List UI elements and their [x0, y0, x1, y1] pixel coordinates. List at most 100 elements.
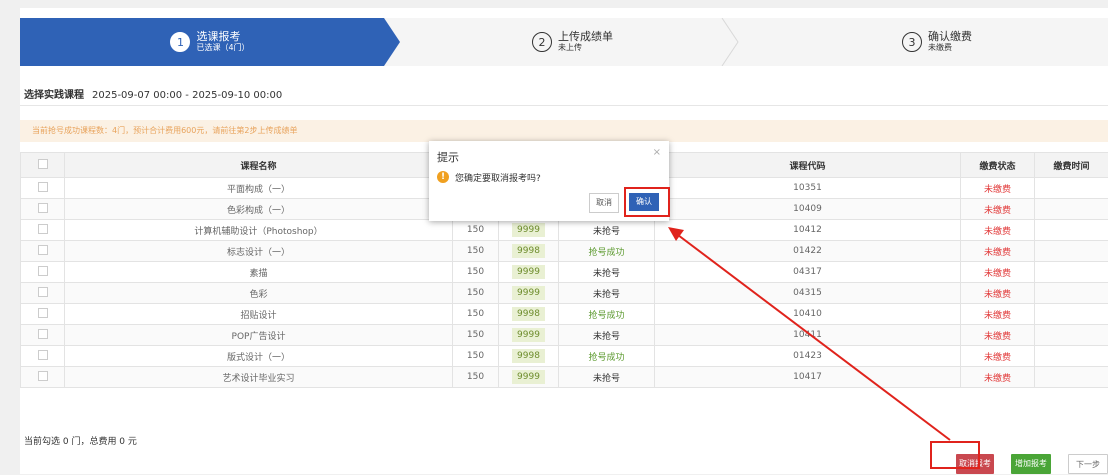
step-number: 3	[902, 32, 922, 52]
payment-time	[1035, 199, 1108, 220]
table-row[interactable]: 艺术设计毕业实习1509999未抢号10417未缴费	[21, 367, 1108, 388]
row-checkbox[interactable]	[21, 325, 65, 346]
seat-code: 9999	[499, 262, 559, 283]
dialog-message: 您确定要取消报考吗?	[455, 171, 541, 184]
payment-status: 未缴费	[961, 325, 1035, 346]
step-3[interactable]: 3 确认缴费 未缴费	[902, 18, 972, 66]
step-number: 1	[170, 32, 190, 52]
grab-status: 未抢号	[559, 367, 655, 388]
table-row[interactable]: 招贴设计150 9998 抢号成功10410未缴费	[21, 304, 1108, 325]
grab-status: 抢号成功	[559, 304, 655, 325]
payment-time	[1035, 283, 1108, 304]
table-row[interactable]: 版式设计（一）1509998抢号成功01423未缴费	[21, 346, 1108, 367]
course-name: 色彩	[65, 283, 453, 304]
seat-code-badge: 9999	[512, 223, 545, 237]
table-row[interactable]: POP广告设计1509999未抢号10411未缴费	[21, 325, 1108, 346]
fee-cell: 150	[453, 304, 499, 325]
course-name: 版式设计（一）	[65, 346, 453, 367]
course-name: 标志设计（一）	[65, 241, 453, 262]
selection-summary: 当前勾选 0 门，总费用 0 元	[24, 434, 137, 447]
step-subtitle: 未缴费	[928, 43, 972, 53]
seat-code: 9998	[499, 346, 559, 367]
next-step-button[interactable]: 下一步	[1068, 454, 1108, 474]
payment-status: 未缴费	[961, 346, 1035, 367]
course-name: 计算机辅助设计（Photoshop）	[65, 220, 453, 241]
course-name: 平面构成（一）	[65, 178, 453, 199]
close-icon[interactable]: ×	[653, 147, 661, 158]
row-checkbox[interactable]	[21, 304, 65, 325]
payment-time	[1035, 325, 1108, 346]
payment-time	[1035, 304, 1108, 325]
course-name: 招贴设计	[65, 304, 453, 325]
step-title: 选课报考	[196, 31, 249, 43]
column-header: 缴费状态	[961, 153, 1035, 178]
row-checkbox[interactable]	[21, 346, 65, 367]
step-subtitle: 已选课（4门）	[196, 43, 249, 53]
column-header: 课程名称	[65, 153, 453, 178]
payment-time	[1035, 346, 1108, 367]
row-checkbox[interactable]	[21, 220, 65, 241]
table-row[interactable]: 标志设计（一）1509998抢号成功01422未缴费	[21, 241, 1108, 262]
row-checkbox[interactable]	[21, 262, 65, 283]
course-name: 素描	[65, 262, 453, 283]
payment-status: 未缴费	[961, 178, 1035, 199]
row-checkbox[interactable]	[21, 178, 65, 199]
grab-status: 抢号成功	[559, 346, 655, 367]
payment-time	[1035, 178, 1108, 199]
dialog-title: 提示	[437, 149, 459, 165]
add-registration-button[interactable]: 增加报考	[1011, 454, 1051, 474]
course-name: 艺术设计毕业实习	[65, 367, 453, 388]
payment-status: 未缴费	[961, 283, 1035, 304]
payment-status: 未缴费	[961, 199, 1035, 220]
notice-banner: 当前抢号成功课程数：4门，预计合计费用600元，请前往第2步上传成绩单	[20, 120, 1108, 142]
course-code: 01423	[655, 346, 961, 367]
seat-code: 9998	[499, 241, 559, 262]
row-checkbox[interactable]	[21, 241, 65, 262]
seat-code-badge: 9998	[512, 244, 545, 258]
fee-cell: 150	[453, 283, 499, 304]
table-row[interactable]: 素描1509999未抢号04317未缴费	[21, 262, 1108, 283]
course-code: 04315	[655, 283, 961, 304]
grab-status: 未抢号	[559, 325, 655, 346]
table-row[interactable]: 计算机辅助设计（Photoshop）1509999未抢号10412未缴费	[21, 220, 1108, 241]
course-code: 10412	[655, 220, 961, 241]
grab-status: 未抢号	[559, 262, 655, 283]
dialog-cancel-button[interactable]: 取消	[589, 193, 619, 213]
grab-status: 抢号成功	[559, 241, 655, 262]
course-name: 色彩构成（一）	[65, 199, 453, 220]
seat-code-badge: 9999	[512, 328, 545, 342]
payment-time	[1035, 262, 1108, 283]
course-code: 04317	[655, 262, 961, 283]
column-header: 课程代码	[655, 153, 961, 178]
fee-cell: 150	[453, 346, 499, 367]
fee-cell: 150	[453, 220, 499, 241]
step-number: 2	[532, 32, 552, 52]
row-checkbox[interactable]	[21, 199, 65, 220]
main-panel: 1 选课报考 已选课（4门） 2 上传成绩单 未上传 3 确认缴费 未缴费 选择…	[20, 8, 1108, 474]
step-2[interactable]: 2 上传成绩单 未上传	[532, 18, 613, 66]
grab-status: 未抢号	[559, 220, 655, 241]
course-code: 10351	[655, 178, 961, 199]
seat-code-badge: 9998	[512, 307, 545, 321]
seat-code: 9999	[499, 325, 559, 346]
section-header: 选择实践课程2025-09-07 00:00 - 2025-09-10 00:0…	[24, 86, 282, 101]
table-row[interactable]: 色彩150 9999 未抢号04315未缴费	[21, 283, 1108, 304]
seat-code: 9999	[499, 283, 559, 304]
highlight-box-confirm	[624, 187, 670, 217]
payment-status: 未缴费	[961, 241, 1035, 262]
payment-time	[1035, 241, 1108, 262]
select-all-checkbox[interactable]	[21, 153, 65, 178]
warning-icon: !	[437, 171, 449, 183]
course-code: 10417	[655, 367, 961, 388]
payment-status: 未缴费	[961, 304, 1035, 325]
grab-status: 未抢号	[559, 283, 655, 304]
divider	[20, 105, 1108, 106]
course-code: 10411	[655, 325, 961, 346]
step-title: 确认缴费	[928, 31, 972, 43]
row-checkbox[interactable]	[21, 283, 65, 304]
payment-time	[1035, 367, 1108, 388]
seat-code-badge: 9999	[512, 286, 545, 300]
course-code: 10410	[655, 304, 961, 325]
step-1[interactable]: 1 选课报考 已选课（4门）	[20, 18, 400, 66]
row-checkbox[interactable]	[21, 367, 65, 388]
